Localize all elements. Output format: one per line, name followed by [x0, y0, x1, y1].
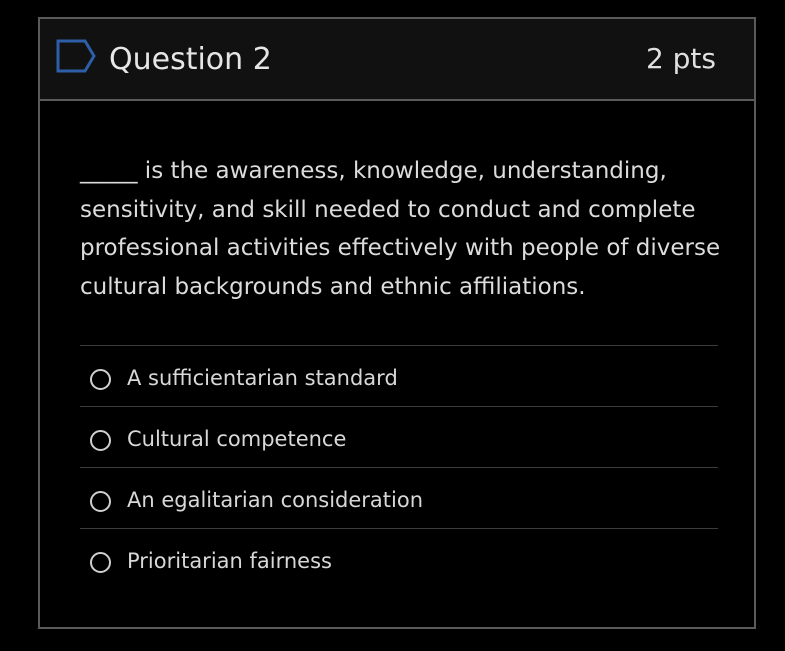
question-prompt: _____ is the awareness, knowledge, under…: [80, 158, 721, 300]
answer-option[interactable]: A sufficientarian standard: [80, 346, 718, 407]
answer-option[interactable]: Cultural competence: [80, 407, 718, 468]
radio-button[interactable]: [90, 552, 111, 573]
answer-option[interactable]: An egalitarian consideration: [80, 468, 718, 529]
question-title: Question 2: [109, 42, 272, 77]
answer-list: A sufficientarian standard Cultural comp…: [80, 345, 718, 590]
answer-label[interactable]: An egalitarian consideration: [127, 486, 423, 514]
question-card: Question 2 2 pts _____ is the awareness,…: [38, 17, 756, 629]
radio-button[interactable]: [90, 430, 111, 451]
radio-button[interactable]: [90, 369, 111, 390]
answer-label[interactable]: Prioritarian fairness: [127, 547, 332, 575]
bookmark-flag-icon[interactable]: [55, 38, 97, 74]
answer-label[interactable]: Cultural competence: [127, 425, 346, 453]
answer-label[interactable]: A sufficientarian standard: [127, 364, 398, 392]
radio-button[interactable]: [90, 491, 111, 512]
question-points: 2 pts: [645, 42, 716, 75]
answer-option[interactable]: Prioritarian fairness: [80, 529, 718, 590]
question-header: Question 2 2 pts: [40, 19, 754, 101]
